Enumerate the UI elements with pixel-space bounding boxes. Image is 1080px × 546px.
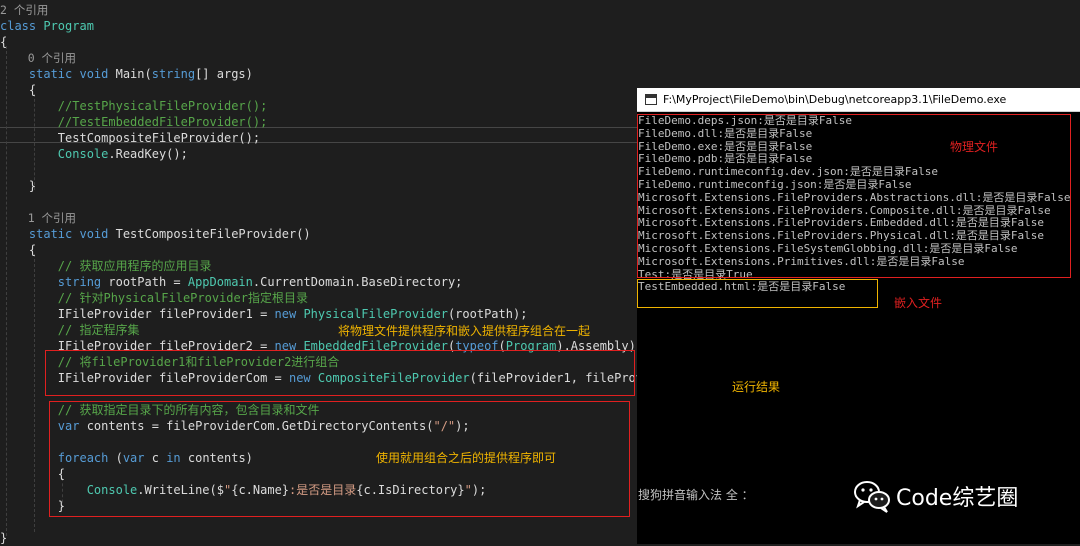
wechat-icon <box>854 481 890 513</box>
annotation-use-composite: 使用就用组合之后的提供程序即可 <box>376 451 557 465</box>
code-token: PhysicalFileProvider <box>303 307 448 321</box>
code-line: 1 个引用 <box>0 210 76 226</box>
code-token: AppDomain <box>187 275 253 289</box>
code-line: IFileProvider fileProvider1 = new Physic… <box>0 306 528 322</box>
code-token: rootPath = <box>108 275 188 289</box>
annotation-physical: 物理文件 <box>950 140 999 154</box>
code-token: TestCompositeFileProvider(); <box>0 131 261 145</box>
code-line: static void Main(string[] args) <box>0 66 253 82</box>
code-line: TestCompositeFileProvider(); <box>0 130 260 146</box>
code-token: static void <box>0 67 116 81</box>
combine-highlight-box <box>45 350 635 396</box>
code-line: string rootPath = AppDomain.CurrentDomai… <box>0 274 463 290</box>
code-token: //TestPhysicalFileProvider(); <box>0 99 268 113</box>
physical-files-box <box>637 114 1071 278</box>
code-token: .CurrentDomain.BaseDirectory; <box>252 275 463 289</box>
code-line: 2 个引用 <box>0 2 48 18</box>
code-line: // 获取应用程序的应用目录 <box>0 258 212 274</box>
annotation-embedded: 嵌入文件 <box>894 296 943 310</box>
console-window[interactable]: F:\MyProject\FileDemo\bin\Debug\netcorea… <box>637 88 1080 544</box>
code-token: IFileProvider fileProvider1 = <box>0 307 275 321</box>
code-token: TestCompositeFileProvider() <box>115 227 311 241</box>
code-token: string <box>0 275 109 289</box>
code-token: Console <box>0 147 109 161</box>
code-token: // 获取应用程序的应用目录 <box>0 259 212 273</box>
code-token: new <box>274 307 304 321</box>
code-line: } <box>0 178 36 194</box>
code-line: { <box>0 242 36 258</box>
reference-count: 2 个引用 <box>0 3 49 17</box>
code-token: static void <box>0 227 116 241</box>
code-line: //TestPhysicalFileProvider(); <box>0 98 268 114</box>
code-token: } <box>0 179 37 193</box>
code-token: Program <box>43 19 94 33</box>
console-title-bar[interactable]: F:\MyProject\FileDemo\bin\Debug\netcorea… <box>637 88 1080 112</box>
code-line: static void TestCompositeFileProvider() <box>0 226 311 242</box>
code-line: // 指定程序集 <box>0 322 140 338</box>
watermark-text: Code综艺圈 <box>896 486 1019 511</box>
code-token: { <box>0 83 37 97</box>
annotation-result: 运行结果 <box>732 380 781 394</box>
code-token: Main( <box>115 67 152 81</box>
code-token: class <box>0 19 44 33</box>
code-line: { <box>0 82 36 98</box>
code-line: { <box>0 34 7 50</box>
embedded-file-box <box>637 279 878 308</box>
ime-status: 搜狗拼音输入法 全 ： <box>638 488 754 502</box>
code-line: // 针对PhysicalFileProvider指定根目录 <box>0 290 308 306</box>
code-token: .ReadKey(); <box>108 147 188 161</box>
reference-count: 0 个引用 <box>0 51 77 65</box>
code-token: // 指定程序集 <box>0 323 140 337</box>
code-token: // 针对PhysicalFileProvider指定根目录 <box>0 291 308 305</box>
code-line: 0 个引用 <box>0 50 76 66</box>
console-title: F:\MyProject\FileDemo\bin\Debug\netcorea… <box>663 93 1007 106</box>
code-token: string <box>151 67 196 81</box>
code-token: [] args) <box>195 67 253 81</box>
code-token: { <box>0 35 8 49</box>
watermark: Code综艺圈 <box>852 478 1018 514</box>
annotation-combine: 将物理文件提供程序和嵌入提供程序组合在一起 <box>338 324 591 338</box>
code-token: (rootPath); <box>447 307 528 321</box>
reference-count: 1 个引用 <box>0 211 77 225</box>
code-line: Console.ReadKey(); <box>0 146 188 162</box>
code-line: //TestEmbeddedFileProvider(); <box>0 114 268 130</box>
code-token: { <box>0 243 37 257</box>
code-token: //TestEmbeddedFileProvider(); <box>0 115 268 129</box>
console-window-icon <box>645 94 657 105</box>
code-line: class Program <box>0 18 94 34</box>
